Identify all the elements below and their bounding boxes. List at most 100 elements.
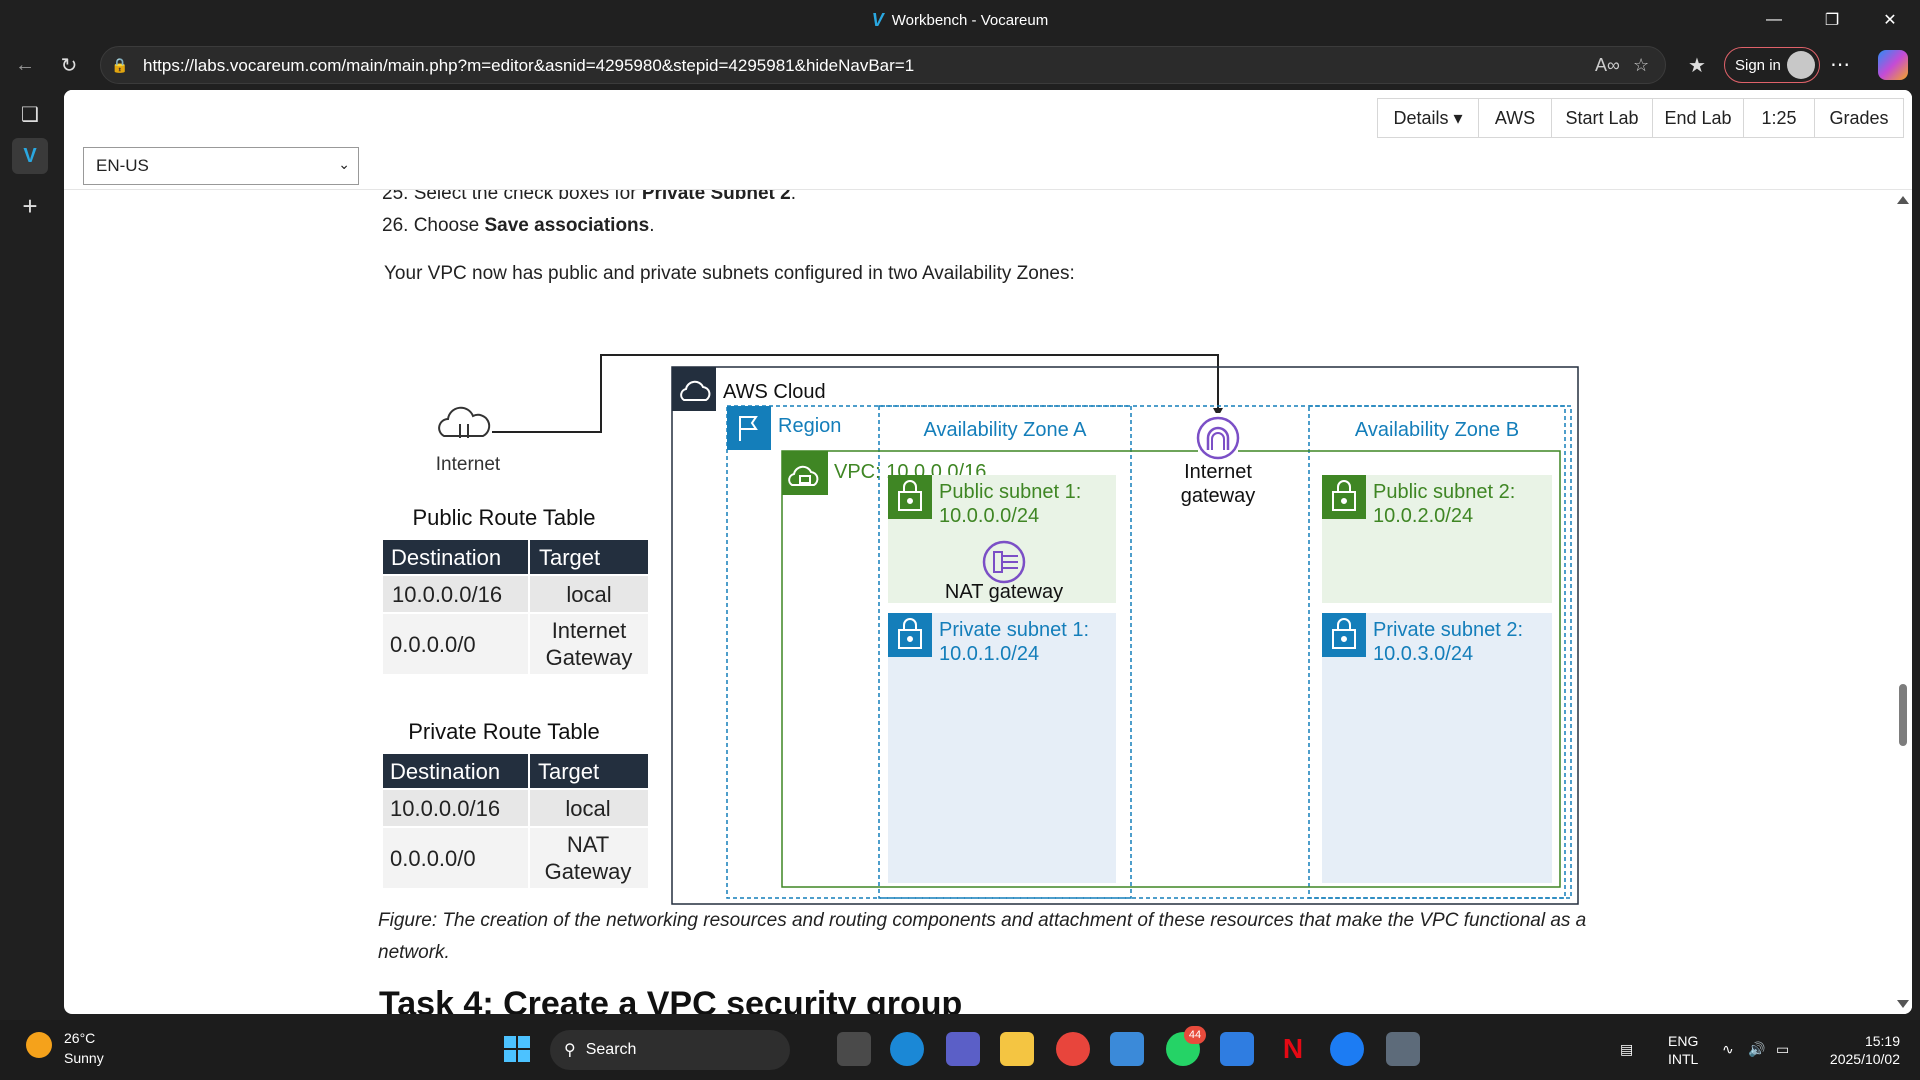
public-rt-row2-target-line2: Gateway (546, 645, 633, 670)
public-rt-row2-dest-text: 0.0.0.0/0 (390, 632, 476, 657)
internet-cloud-icon (438, 406, 491, 438)
wifi-icon[interactable]: ∿ (1722, 1040, 1734, 1058)
new-tab-icon[interactable]: + (12, 188, 48, 224)
private-subnet-1-line2: 10.0.1.0/24 (939, 643, 1039, 665)
display-icon[interactable]: ▤ (1620, 1040, 1633, 1058)
notepad-icon[interactable] (1220, 1032, 1254, 1066)
search-icon: ⚲ (564, 1042, 576, 1059)
restore-button[interactable]: ❐ (1804, 0, 1860, 40)
title-bar: V Workbench - Vocareum — ❐ ✕ (0, 0, 1920, 40)
az-a-label: Availability Zone A (923, 419, 1087, 441)
taskbar-search[interactable]: ⚲ Search (550, 1030, 790, 1070)
battery-icon[interactable]: ▭ (1776, 1040, 1789, 1058)
end-lab-button[interactable]: End Lab (1652, 98, 1744, 138)
window-title-text: Workbench - Vocareum (891, 11, 1049, 29)
chrome-icon[interactable] (1056, 1032, 1090, 1066)
private-subnet-2-line1: Private subnet 2: (1373, 619, 1523, 641)
vertical-tab-strip: ❑ V + (0, 90, 60, 1020)
window-title: V Workbench - Vocareum (0, 0, 1920, 40)
public-rt-header-target-text: Target (539, 545, 600, 570)
figure-caption: Figure: The creation of the networking r… (378, 910, 1587, 963)
task-view-icon[interactable] (837, 1032, 871, 1066)
url-field[interactable]: 🔒 https://labs.vocareum.com/main/main.ph… (100, 46, 1666, 84)
whatsapp-badge: 44 (1184, 1026, 1206, 1044)
public-subnet-1-line2: 10.0.0.0/24 (939, 505, 1039, 527)
close-button[interactable]: ✕ (1862, 0, 1918, 40)
favorite-star-icon[interactable]: ☆ (1633, 55, 1649, 76)
vocareum-logo-icon: V (871, 9, 884, 30)
task-4-heading: Task 4: Create a VPC security group (379, 985, 963, 1014)
vpc-diagram: Internet AWS Cloud Region Availability Z… (383, 354, 1579, 905)
private-rt-row1-dest-text: 10.0.0.0/16 (390, 796, 500, 821)
region-label: Region (778, 415, 841, 437)
tab-actions-icon[interactable]: ❑ (12, 96, 48, 132)
sun-weather-icon[interactable] (26, 1032, 52, 1058)
scroll-down-arrow-icon[interactable] (1897, 1000, 1909, 1008)
teams-icon[interactable] (946, 1032, 980, 1066)
aws-button[interactable]: AWS (1478, 98, 1552, 138)
avatar-icon (1787, 51, 1815, 79)
page-scrollbar[interactable] (1894, 190, 1912, 1014)
messenger-icon[interactable] (1330, 1032, 1364, 1066)
lock-icon: 🔒 (111, 56, 129, 73)
language-line2: INTL (1668, 1051, 1699, 1067)
az-b-label: Availability Zone B (1355, 419, 1519, 441)
timer-button[interactable]: 1:25 (1743, 98, 1815, 138)
aws-cloud-icon-bg (672, 367, 716, 411)
private-route-table-title: Private Route Table (408, 719, 600, 744)
internet-label: Internet (436, 454, 501, 475)
copilot-icon[interactable] (1878, 50, 1908, 80)
public-subnet-2-line1: Public subnet 2: (1373, 481, 1515, 503)
chevron-down-icon: ⌄ (338, 156, 350, 172)
address-bar: ← ↻ 🔒 https://labs.vocareum.com/main/mai… (0, 40, 1920, 90)
private-subnet-1-line1: Private subnet 1: (939, 619, 1089, 641)
store-icon[interactable] (1110, 1032, 1144, 1066)
public-rt-row1-dest-text: 10.0.0.0/16 (392, 582, 502, 607)
camera-icon[interactable] (1386, 1032, 1420, 1066)
more-options-icon[interactable]: ⋯ (1830, 52, 1850, 77)
edge-browser-icon[interactable] (890, 1032, 924, 1066)
grades-button[interactable]: Grades (1814, 98, 1904, 138)
tab-vocareum[interactable]: V (12, 138, 48, 174)
sign-in-button[interactable]: Sign in (1724, 47, 1820, 83)
taskbar: 26°C Sunny ⚲ Search 44 N ▤ ENG INTL ∿ 🔊 … (0, 1020, 1920, 1080)
minimize-button[interactable]: — (1746, 0, 1802, 40)
private-rt-header-target-text: Target (538, 759, 599, 784)
lab-instructions: 25. Select the check boxes for Private S… (64, 190, 1894, 1014)
scroll-up-arrow-icon[interactable] (1897, 196, 1909, 204)
internet-gateway-icon (1196, 416, 1240, 460)
igw-line1: Internet (1184, 461, 1252, 483)
language-indicator[interactable]: ENG INTL (1668, 1032, 1698, 1068)
aws-cloud-label: AWS Cloud (723, 381, 826, 403)
volume-icon[interactable]: 🔊 (1748, 1040, 1765, 1058)
private-rt-header-dest-text: Destination (390, 759, 500, 784)
language-select[interactable]: EN-US ⌄ (83, 147, 359, 185)
windows-start-icon[interactable] (500, 1032, 534, 1066)
public-rt-row2-target-line1: Internet (552, 618, 627, 643)
private-rt-row1-target-text: local (565, 796, 610, 821)
details-button[interactable]: Details ▾ (1377, 98, 1479, 138)
nat-gateway-label: NAT gateway (945, 581, 1063, 603)
public-rt-header-dest-text: Destination (391, 545, 501, 570)
clock[interactable]: 15:19 2025/10/02 (1816, 1032, 1900, 1068)
read-aloud-icon[interactable]: A∞ (1595, 55, 1620, 76)
private-rt-row2-target-line1: NAT (567, 832, 609, 857)
weather-condition: Sunny (64, 1050, 104, 1066)
search-label: Search (585, 1041, 637, 1058)
public-rt-row1-target-text: local (566, 582, 611, 607)
netflix-icon[interactable]: N (1276, 1032, 1310, 1066)
url-text: https://labs.vocareum.com/main/main.php?… (143, 56, 915, 75)
public-subnet-1-line1: Public subnet 1: (939, 481, 1081, 503)
private-rt-row2-target-line2: Gateway (545, 859, 632, 884)
favorites-icon[interactable]: ★ (1682, 50, 1712, 80)
public-route-table-title: Public Route Table (412, 505, 595, 530)
file-explorer-icon[interactable] (1000, 1032, 1034, 1066)
scroll-thumb[interactable] (1899, 684, 1907, 746)
language-value: EN-US (96, 156, 149, 175)
sign-in-label: Sign in (1735, 56, 1781, 74)
weather-temperature: 26°C (64, 1030, 96, 1046)
start-lab-button[interactable]: Start Lab (1551, 98, 1653, 138)
back-arrow-icon[interactable]: ← (10, 50, 40, 80)
igw-line2: gateway (1181, 485, 1256, 507)
refresh-icon[interactable]: ↻ (54, 50, 84, 80)
